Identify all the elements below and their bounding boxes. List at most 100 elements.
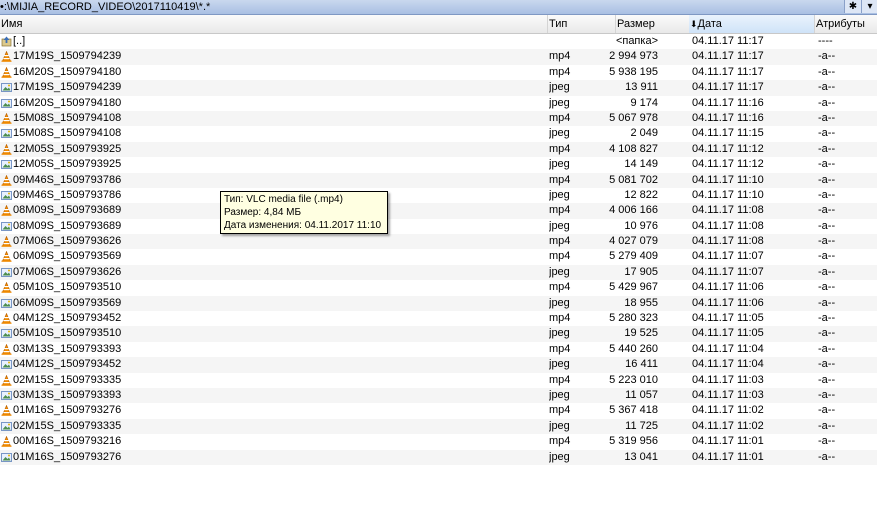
file-row[interactable]: 08M09S_1509793689 mp4 4 006 166 04.11.17 11…	[0, 203, 877, 219]
file-size: 5 319 956	[609, 435, 658, 448]
file-size: 11 725	[625, 419, 658, 432]
file-tooltip: Тип: VLC media file (.mp4) Размер: 4,84 …	[220, 191, 388, 234]
file-row[interactable]: 02M15S_1509793335 jpeg 11 725 04.11.17 11:0…	[0, 418, 877, 435]
file-row[interactable]: 17M19S_1509794239 mp4 2 994 973 04.11.17 11…	[0, 49, 877, 65]
file-row[interactable]: 12M05S_1509793925 mp4 4 108 827 04.11.17 11…	[0, 141, 877, 158]
file-name: 04M12S_1509793452	[13, 312, 122, 325]
file-row[interactable]: 09M46S_1509793786 jpeg 12 822 04.11.17 11:1…	[0, 188, 877, 203]
file-size: 19 525	[624, 327, 658, 340]
file-row[interactable]: 03M13S_1509793393 mp4 5 440 260 04.11.17 11…	[0, 342, 877, 357]
file-date: 04.11.17 11:03	[692, 388, 764, 401]
file-size: 18 955	[624, 296, 658, 309]
file-attributes: -a--	[818, 158, 836, 171]
file-size: 5 938 195	[609, 65, 658, 78]
vlc-cone-icon	[0, 65, 12, 80]
file-row[interactable]: 15M08S_1509794108 mp4 5 067 978 04.11.17 11…	[0, 110, 877, 127]
file-row[interactable]: 04M12S_1509793452 mp4 5 280 323 04.11.17 11…	[0, 311, 877, 326]
file-row[interactable]: 16M20S_1509794180 jpeg 9 174 04.11.17 11:16…	[0, 96, 877, 111]
image-icon	[0, 419, 12, 434]
file-size: 5 429 967	[609, 281, 658, 294]
file-row[interactable]: 06M09S_1509793569 jpeg 18 955 04.11.17 11:0…	[0, 295, 877, 312]
file-attributes: -a--	[818, 419, 836, 432]
file-attributes: -a--	[818, 96, 836, 109]
column-size-header[interactable]: Размер	[616, 15, 690, 33]
file-date: 04.11.17 11:05	[692, 312, 764, 325]
file-date: 04.11.17 11:10	[692, 188, 764, 201]
file-attributes: -a--	[818, 142, 836, 155]
file-name: 07M06S_1509793626	[13, 235, 122, 248]
file-name: 15M08S_1509794108	[13, 111, 122, 124]
vlc-cone-icon	[0, 373, 12, 388]
file-row[interactable]: 17M19S_1509794239 jpeg 13 911 04.11.17 11:1…	[0, 80, 877, 96]
file-date: 04.11.17 11:08	[692, 219, 764, 232]
file-row[interactable]: 01M16S_1509793276 mp4 5 367 418 04.11.17 11…	[0, 403, 877, 418]
file-attributes: -a--	[818, 281, 836, 294]
file-name: 04M12S_1509793452	[13, 358, 122, 371]
file-name: 09M46S_1509793786	[13, 173, 122, 186]
file-row[interactable]: 09M46S_1509793786 mp4 5 081 702 04.11.17 11…	[0, 172, 877, 188]
file-name: 01M16S_1509793276	[13, 450, 122, 463]
file-name: 17M19S_1509794239	[13, 50, 122, 63]
file-name: 17M19S_1509794239	[13, 81, 122, 94]
file-row[interactable]: 05M10S_1509793510 jpeg 19 525 04.11.17 11:0…	[0, 326, 877, 342]
file-date: 04.11.17 11:07	[692, 250, 764, 263]
file-row[interactable]: 07M06S_1509793626 jpeg 17 905 04.11.17 11:0…	[0, 264, 877, 281]
file-row[interactable]: 08M09S_1509793689 jpeg 10 976 04.11.17 11:0…	[0, 219, 877, 234]
file-size: 11 057	[625, 388, 658, 401]
file-row[interactable]: 15M08S_1509794108 jpeg 2 049 04.11.17 11:15…	[0, 126, 877, 141]
file-name: 06M09S_1509793569	[13, 250, 122, 263]
file-row[interactable]: 12M05S_1509793925 jpeg 14 149 04.11.17 11:1…	[0, 157, 877, 172]
file-date: 04.11.17 11:04	[692, 342, 764, 355]
file-attributes: -a--	[818, 127, 836, 140]
file-row[interactable]: 16M20S_1509794180 mp4 5 938 195 04.11.17 11…	[0, 65, 877, 80]
file-name: 05M10S_1509793510	[13, 281, 122, 294]
file-size: 14 149	[624, 158, 658, 171]
sort-descending-icon: ⬇	[690, 19, 698, 29]
file-date: 04.11.17 11:16	[692, 111, 764, 124]
file-date: 04.11.17 11:15	[692, 127, 764, 140]
path-bar[interactable]: •:\MIJIA_RECORD_VIDEO\2017110419\*.* ✱ ▾	[0, 0, 877, 15]
column-name-header[interactable]: Имя	[0, 15, 548, 33]
file-row[interactable]: 07M06S_1509793626 mp4 4 027 079 04.11.17 11…	[0, 234, 877, 250]
history-dropdown-button[interactable]: ▾	[861, 0, 877, 13]
file-name: 16M20S_1509794180	[13, 96, 122, 109]
file-row[interactable]: 05M10S_1509793510 mp4 5 429 967 04.11.17 11…	[0, 280, 877, 295]
file-row[interactable]: [..] <папка> 04.11.17 11:17 ----	[0, 34, 877, 49]
file-date: 04.11.17 11:08	[692, 235, 764, 248]
vlc-cone-icon	[0, 403, 12, 418]
vlc-cone-icon	[0, 111, 12, 126]
file-row[interactable]: 02M15S_1509793335 mp4 5 223 010 04.11.17 11…	[0, 373, 877, 388]
file-row[interactable]: 04M12S_1509793452 jpeg 16 411 04.11.17 11:0…	[0, 357, 877, 373]
file-row[interactable]: 06M09S_1509793569 mp4 5 279 409 04.11.17 11…	[0, 249, 877, 264]
file-attributes: -a--	[818, 265, 836, 278]
file-attributes: -a--	[818, 50, 836, 63]
file-attributes: -a--	[818, 250, 836, 263]
file-size: 13 041	[624, 450, 658, 463]
column-date-header[interactable]: ⬇Дата	[689, 15, 815, 33]
column-date-label: Дата	[697, 18, 722, 30]
file-attributes: -a--	[818, 450, 836, 463]
tooltip-type: Тип: VLC media file (.mp4)	[224, 194, 343, 205]
file-size: 4 108 827	[609, 142, 658, 155]
column-type-header[interactable]: Тип	[548, 15, 616, 33]
favorites-star-button[interactable]: ✱	[844, 0, 861, 13]
file-date: 04.11.17 11:01	[692, 435, 764, 448]
current-path[interactable]: •:\MIJIA_RECORD_VIDEO\2017110419\*.*	[0, 0, 210, 14]
vlc-cone-icon	[0, 234, 12, 249]
file-row[interactable]: 01M16S_1509793276 jpeg 13 041 04.11.17 11:0…	[0, 449, 877, 465]
image-icon	[0, 450, 12, 465]
file-row[interactable]: 03M13S_1509793393 jpeg 11 057 04.11.17 11:0…	[0, 387, 877, 404]
image-icon	[0, 126, 12, 141]
column-attributes-header[interactable]: Атрибуты	[815, 15, 877, 33]
file-attributes: -a--	[818, 188, 836, 201]
file-size: 2 049	[630, 127, 658, 140]
image-icon	[0, 296, 12, 311]
file-attributes: -a--	[818, 65, 836, 78]
column-header: Имя Тип Размер ⬇Дата Атрибуты	[0, 15, 877, 34]
file-date: 04.11.17 11:17	[692, 50, 764, 63]
file-attributes: -a--	[818, 358, 836, 371]
file-size: 2 994 973	[609, 50, 658, 63]
file-name: 12M05S_1509793925	[13, 158, 122, 171]
column-type-label: Тип	[549, 18, 568, 30]
file-row[interactable]: 00M16S_1509793216 mp4 5 319 956 04.11.17 11…	[0, 434, 877, 449]
